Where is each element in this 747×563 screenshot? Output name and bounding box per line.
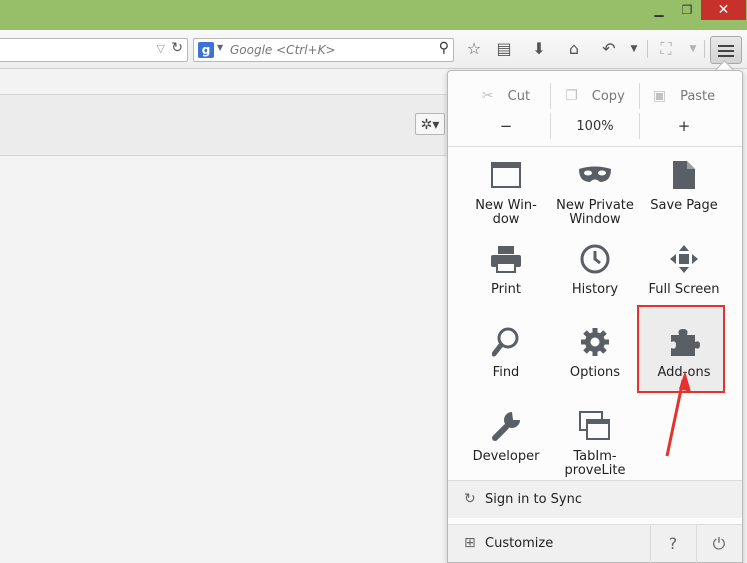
menu-item-label: Full Screen (648, 282, 720, 297)
menu-item-label: Add-ons (657, 365, 711, 380)
engine-dropdown-icon[interactable]: ▼ (217, 43, 223, 52)
sync-icon: ↻ (464, 491, 476, 507)
menu-item-label: History (571, 282, 619, 297)
restore-button[interactable]: ❐ (673, 0, 701, 20)
cut-button[interactable]: ✂ Cut (462, 83, 550, 109)
paste-label: Paste (680, 88, 716, 104)
hamburger-bar (718, 55, 734, 57)
customize-row: ⊞ Customize ? ⏻ (448, 524, 742, 563)
home-icon[interactable]: ⌂ (563, 39, 585, 59)
menu-item-developer[interactable]: Developer (462, 408, 550, 464)
close-button[interactable]: ✕ (701, 0, 746, 20)
printer-icon (486, 241, 526, 277)
window-titlebar (0, 0, 747, 30)
edit-controls: ✂ Cut ❐ Copy ▣ Paste (462, 83, 728, 109)
gear-icon (575, 324, 615, 360)
customize-label[interactable]: Customize (485, 536, 553, 551)
hamburger-bar (718, 45, 734, 47)
cut-label: Cut (507, 88, 531, 104)
downloads-icon[interactable]: ⬇ (528, 39, 550, 59)
window-controls: ▁ ❐ ✕ (645, 0, 746, 22)
menu-item-save-page[interactable]: Save Page (640, 157, 728, 213)
menu-item-label: New Private Window (556, 198, 634, 227)
menu-item-print[interactable]: Print (462, 241, 550, 297)
zoom-reset-button[interactable]: 100% (550, 113, 639, 139)
crop-dropdown-icon[interactable]: ▼ (682, 39, 704, 59)
clipboard-icon: ▣ (652, 88, 667, 104)
wrench-icon (486, 408, 526, 444)
bookmark-star-icon[interactable]: ☆ (463, 39, 485, 59)
panel-divider (448, 146, 742, 147)
search-placeholder: Google <Ctrl+K> (230, 43, 336, 57)
search-magnifier-icon[interactable]: ⚲ (439, 40, 449, 56)
bookmarks-list-icon[interactable]: ▤ (493, 39, 515, 59)
zoom-controls: − 100% + (462, 113, 728, 139)
copy-button[interactable]: ❐ Copy (550, 83, 639, 109)
tabs-icon (575, 408, 615, 444)
menu-item-private-window[interactable]: New Private Window (551, 157, 639, 227)
url-dropdown-icon[interactable]: ▽ (157, 42, 165, 55)
menu-item-options[interactable]: Options (551, 324, 639, 380)
copy-icon: ❐ (565, 88, 578, 104)
help-button[interactable]: ? (650, 525, 695, 563)
paste-button[interactable]: ▣ Paste (639, 83, 728, 109)
scissors-icon: ✂ (481, 88, 494, 104)
menu-item-label: Print (491, 282, 521, 297)
search-bar[interactable]: g ▼ Google <Ctrl+K> ⚲ (193, 38, 454, 62)
open-menu-button[interactable] (710, 36, 742, 64)
navigation-toolbar: ▽ ↻ g ▼ Google <Ctrl+K> ⚲ ☆ ▤ ⬇ ⌂ ↶ ▼ ⛶ … (0, 30, 747, 69)
sync-row[interactable]: ↻ Sign in to Sync (448, 480, 742, 518)
toolbar-separator (704, 40, 705, 58)
menu-item-label: Developer (472, 449, 540, 464)
sync-label: Sign in to Sync (485, 492, 582, 507)
menu-item-find[interactable]: Find (462, 324, 550, 380)
new-window-icon (486, 157, 526, 193)
page-gear-button[interactable]: ✲▾ (415, 113, 445, 135)
hamburger-bar (718, 50, 734, 52)
undo-icon[interactable]: ↶ (598, 39, 620, 59)
puzzle-icon (664, 324, 704, 360)
menu-item-label: Find (492, 365, 520, 380)
private-mask-icon (575, 157, 615, 193)
menu-item-label: Save Page (650, 198, 718, 213)
undo-dropdown-icon[interactable]: ▼ (623, 39, 645, 59)
save-page-icon (664, 157, 704, 193)
clock-icon (575, 241, 615, 277)
menu-item-full-screen[interactable]: Full Screen (640, 241, 728, 297)
quit-button[interactable]: ⏻ (696, 525, 741, 563)
magnifier-icon (486, 324, 526, 360)
menu-item-tabimprovelite[interactable]: TabIm- proveLite (551, 408, 639, 478)
reload-icon[interactable]: ↻ (171, 40, 183, 56)
customize-plus-icon: ⊞ (464, 535, 476, 551)
menu-item-history[interactable]: History (551, 241, 639, 297)
toolbar-separator (647, 40, 648, 58)
zoom-out-button[interactable]: − (462, 113, 550, 139)
copy-label: Copy (591, 88, 625, 104)
crop-icon[interactable]: ⛶ (655, 39, 677, 59)
google-engine-icon[interactable]: g (198, 42, 214, 58)
url-bar[interactable]: ▽ ↻ (0, 38, 188, 62)
menu-item-label: TabIm- proveLite (564, 449, 626, 478)
minimize-button[interactable]: ▁ (645, 0, 673, 20)
menu-item-new-window[interactable]: New Win- dow (462, 157, 550, 227)
menu-item-label: New Win- dow (475, 198, 537, 227)
menu-item-add-ons[interactable]: Add-ons (640, 324, 728, 380)
menu-item-label: Options (569, 365, 621, 380)
fullscreen-icon (664, 241, 704, 277)
zoom-in-button[interactable]: + (639, 113, 728, 139)
page-header-bar (0, 94, 470, 156)
